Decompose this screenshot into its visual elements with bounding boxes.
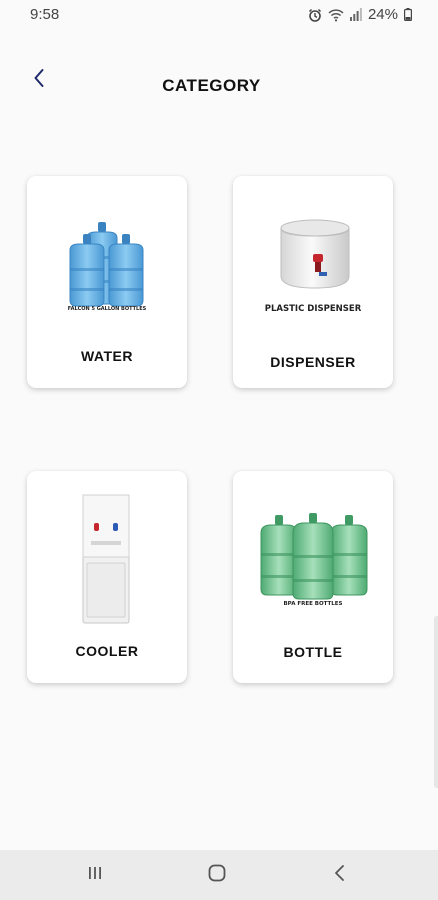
category-card-bottle[interactable]: BPA FREE BOTTLES BOTTLE — [233, 471, 393, 683]
page-title: CATEGORY — [162, 76, 261, 95]
category-label-water: WATER — [80, 348, 133, 364]
category-card-water[interactable]: FALCON 5 GALLON BOTTLES WATER — [27, 176, 187, 388]
system-navigation-bar — [0, 850, 438, 900]
wifi-icon — [328, 8, 344, 22]
home-button[interactable] — [205, 864, 229, 886]
alarm-icon — [308, 8, 322, 22]
signal-icon — [349, 8, 362, 21]
water-cooler-image — [27, 471, 187, 624]
water-image-caption: FALCON 5 GALLON BOTTLES — [67, 306, 147, 312]
home-icon — [207, 863, 227, 888]
category-label-cooler: COOLER — [75, 643, 139, 659]
category-label-dispenser: DISPENSER — [270, 354, 356, 370]
dispenser-image-caption: PLASTIC DISPENSER — [264, 304, 362, 314]
category-card-cooler[interactable]: COOLER — [27, 471, 187, 683]
water-bottles-image: FALCON 5 GALLON BOTTLES — [27, 176, 187, 326]
system-back-button[interactable] — [328, 864, 352, 886]
plastic-dispenser-image: PLASTIC DISPENSER — [233, 176, 393, 326]
category-label-bottle: BOTTLE — [283, 644, 343, 660]
status-time: 9:58 — [30, 6, 60, 23]
battery-icon — [404, 8, 412, 21]
battery-percent: 24% — [367, 6, 398, 23]
bpa-free-bottles-image: BPA FREE BOTTLES — [233, 471, 393, 621]
category-card-dispenser[interactable]: PLASTIC DISPENSER DISPENSER — [233, 176, 393, 388]
edge-panel-handle[interactable] — [434, 616, 438, 788]
status-icons: 24% — [308, 6, 412, 23]
recent-apps-icon — [87, 865, 103, 886]
recent-apps-button[interactable] — [83, 864, 107, 886]
back-icon — [333, 864, 347, 887]
bottle-image-caption: BPA FREE BOTTLES — [283, 601, 343, 607]
status-bar: 9:58 24% — [0, 0, 438, 30]
